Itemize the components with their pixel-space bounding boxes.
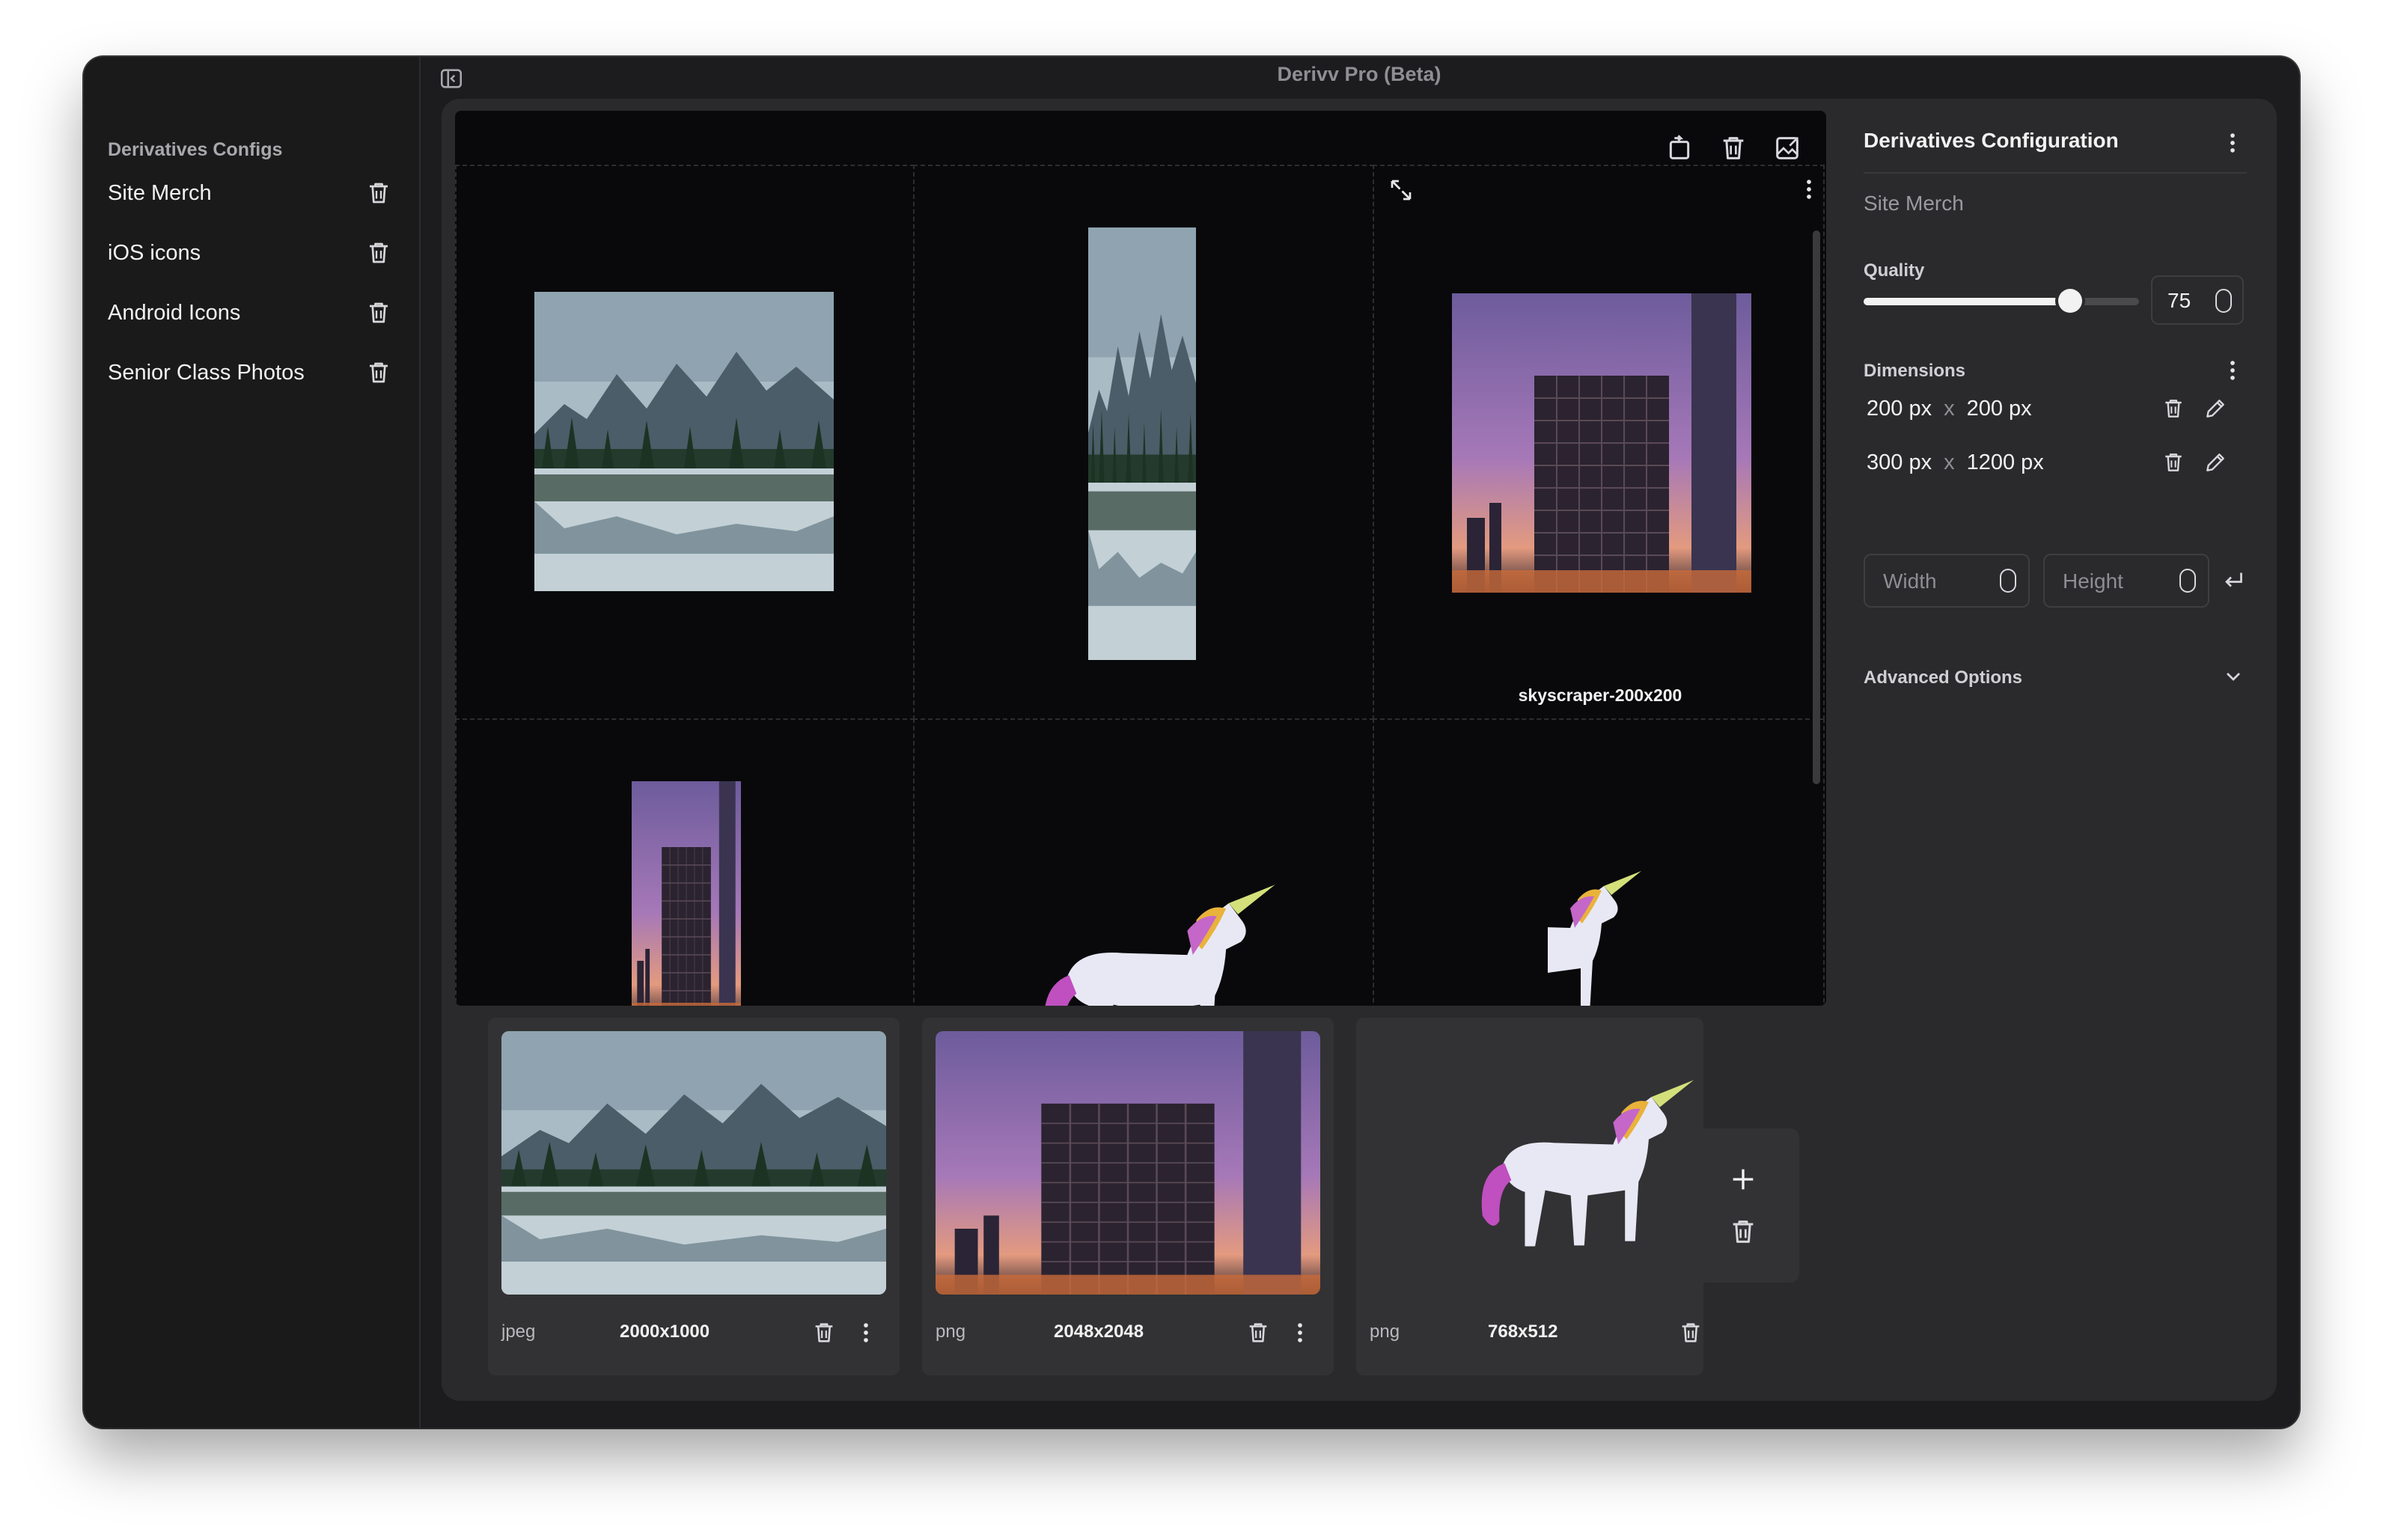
skyscraper-thumbnail — [936, 1031, 1320, 1295]
preview-cell[interactable] — [1373, 718, 1825, 1006]
width-field[interactable] — [1864, 554, 2030, 608]
trash-icon[interactable] — [2161, 450, 2185, 474]
add-source-panel — [1687, 1128, 1799, 1283]
trash-icon[interactable] — [365, 239, 392, 266]
canvas-scrollbar[interactable] — [1813, 230, 1820, 784]
quality-slider-thumb[interactable] — [2058, 289, 2082, 313]
source-card-skyscraper[interactable]: png 2048x2048 — [922, 1018, 1334, 1375]
sidebar-item-senior-class-photos[interactable]: Senior Class Photos — [108, 350, 392, 395]
stepper-icon[interactable] — [2215, 289, 2232, 313]
export-image-icon[interactable] — [1772, 133, 1802, 163]
quality-slider-fill — [1864, 298, 2070, 305]
dimension-row: 300 px x 1200 px — [1864, 444, 2253, 482]
dimension-height: 1200 px — [1966, 450, 2044, 474]
sidebar-toggle-icon[interactable] — [439, 66, 464, 91]
trash-icon[interactable] — [811, 1320, 837, 1345]
sidebar-item-label: Senior Class Photos — [108, 361, 305, 385]
width-input[interactable] — [1882, 566, 1989, 597]
dimensions-more-icon[interactable] — [2220, 358, 2245, 383]
format-label: png — [1370, 1321, 1400, 1342]
unicorn-preview-image — [1012, 876, 1289, 1006]
sidebar-item-label: iOS icons — [108, 241, 201, 265]
preview-canvas: skyscraper-200x200 — [455, 111, 1826, 1006]
quality-slider[interactable] — [1864, 289, 2139, 313]
divider — [1864, 172, 2247, 174]
dimension-width: 200 px — [1867, 397, 1932, 421]
trash-icon[interactable] — [1245, 1320, 1271, 1345]
sidebar-item-label: Android Icons — [108, 301, 241, 325]
configuration-panel: Derivatives Configuration Site Merch Qua… — [1847, 99, 2266, 1401]
dimension-height: 200 px — [1966, 397, 2032, 421]
more-icon[interactable] — [853, 1320, 879, 1345]
height-field[interactable] — [2043, 554, 2209, 608]
source-card-mountain[interactable]: jpeg 2000x1000 — [488, 1018, 900, 1375]
mountain-preview-image — [1088, 227, 1196, 660]
trash-icon[interactable] — [2161, 397, 2185, 421]
main-panel: skyscraper-200x200 jpeg 2000x1000 png 20… — [442, 99, 2277, 1401]
sidebar-item-android-icons[interactable]: Android Icons — [108, 290, 392, 335]
source-card-unicorn[interactable]: png 768x512 — [1356, 1018, 1703, 1375]
preview-cell[interactable] — [913, 165, 1374, 720]
dimensions-label: Dimensions — [1864, 361, 1966, 381]
skyscraper-preview-image — [1452, 293, 1751, 593]
format-label: png — [936, 1321, 966, 1342]
preview-cell[interactable] — [455, 718, 915, 1006]
sidebar-heading: Derivatives Configs — [108, 139, 283, 160]
dimensions-label: 2048x2048 — [1054, 1321, 1144, 1342]
cell-more-icon[interactable] — [1796, 177, 1822, 202]
sidebar: Derivatives Configs Site Merch iOS icons… — [84, 57, 421, 1428]
mountain-thumbnail — [501, 1031, 886, 1295]
sidebar-item-site-merch[interactable]: Site Merch — [108, 171, 392, 216]
enter-icon[interactable] — [2220, 567, 2247, 594]
unicorn-preview-image — [1548, 864, 1653, 1006]
quality-label: Quality — [1864, 260, 1925, 281]
format-label: jpeg — [501, 1321, 536, 1342]
app-window: Derivatives Configs Site Merch iOS icons… — [84, 57, 2299, 1428]
trash-icon[interactable] — [365, 299, 392, 326]
mountain-preview-image — [534, 292, 834, 591]
preview-cell-selected[interactable]: skyscraper-200x200 — [1373, 165, 1825, 720]
sidebar-item-ios-icons[interactable]: iOS icons — [108, 230, 392, 275]
window-title: Derivv Pro (Beta) — [1277, 63, 1441, 85]
preview-cell[interactable] — [455, 165, 915, 720]
dimension-row: 200 px x 200 px — [1864, 391, 2253, 428]
trash-icon[interactable] — [1728, 1217, 1758, 1247]
sidebar-item-label: Site Merch — [108, 181, 212, 205]
expand-icon[interactable] — [1388, 177, 1415, 204]
height-input[interactable] — [2061, 566, 2169, 597]
stepper-icon[interactable] — [2179, 569, 2196, 593]
skyscraper-preview-image — [632, 781, 741, 1006]
preview-caption: skyscraper-200x200 — [1518, 685, 1682, 705]
unicorn-thumbnail — [1452, 1061, 1699, 1286]
more-icon[interactable] — [1287, 1320, 1313, 1345]
quality-number-field[interactable]: 75 — [2151, 275, 2244, 325]
config-name: Site Merch — [1864, 192, 1964, 215]
dimensions-label: 768x512 — [1488, 1321, 1558, 1342]
pencil-icon[interactable] — [2203, 450, 2227, 474]
preview-cell[interactable] — [913, 718, 1374, 1006]
config-title: Derivatives Configuration — [1864, 129, 2119, 152]
rotate-icon[interactable] — [1665, 133, 1694, 163]
dimensions-label: 2000x1000 — [620, 1321, 710, 1342]
stepper-icon[interactable] — [2000, 569, 2016, 593]
advanced-options-label[interactable]: Advanced Options — [1864, 667, 2022, 688]
quality-value: 75 — [2167, 289, 2191, 312]
dimension-separator: x — [1944, 397, 1955, 421]
trash-icon[interactable] — [365, 359, 392, 386]
dimension-separator: x — [1944, 450, 1955, 474]
config-more-icon[interactable] — [2220, 130, 2245, 156]
chevron-down-icon[interactable] — [2221, 664, 2245, 688]
trash-icon[interactable] — [365, 180, 392, 207]
trash-icon[interactable] — [1678, 1320, 1703, 1345]
dimension-width: 300 px — [1867, 450, 1932, 474]
pencil-icon[interactable] — [2203, 397, 2227, 421]
plus-icon[interactable] — [1728, 1164, 1758, 1194]
trash-icon[interactable] — [1718, 133, 1748, 163]
